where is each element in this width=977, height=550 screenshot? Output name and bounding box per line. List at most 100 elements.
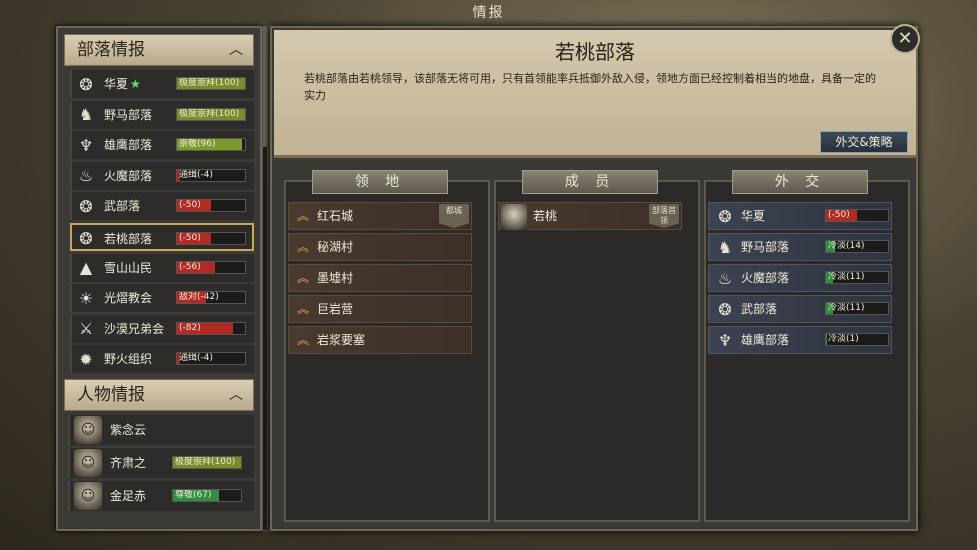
clan-crest-icon: ❂ bbox=[79, 74, 93, 94]
tribe-name: 光熠教会 bbox=[104, 284, 154, 312]
diplomacy-row[interactable]: ♨ 火魔部落 冷淡(11) bbox=[708, 264, 892, 292]
relation-bar: 敌对(-42) bbox=[176, 291, 246, 305]
relation-text: 敌对(-42) bbox=[179, 292, 219, 303]
relation-bar: (-50) bbox=[825, 209, 889, 222]
relation-text: (-50) bbox=[179, 232, 201, 243]
diplomacy-row[interactable]: ❂ 武部落 冷淡(11) bbox=[708, 295, 892, 323]
detail-description: 若桃部落由若桃领导，该部落无将可用，只有首领能率兵抵御外敌入侵，领地方面已经控制… bbox=[304, 72, 876, 102]
tribe-row[interactable]: ❂ 华夏 ★ 极度崇拜(100) bbox=[70, 70, 254, 98]
tribe-name: 沙漠兄弟会 bbox=[104, 315, 166, 343]
member-row[interactable]: 若桃 部落首领 bbox=[498, 202, 682, 230]
diplomacy-name: 雄鹰部落 bbox=[741, 333, 790, 347]
territory-row[interactable]: ︽ 秘湖村 bbox=[288, 233, 472, 261]
sun-crest-icon: ☀ bbox=[78, 288, 94, 308]
diplomacy-row[interactable]: ♞ 野马部落 冷淡(14) bbox=[708, 233, 892, 261]
relation-text: 极度崇拜(100) bbox=[179, 78, 240, 88]
swords-crest-icon: ⚔ bbox=[78, 319, 94, 339]
character-portrait: ☺ bbox=[74, 448, 102, 477]
tribe-list: ❂ 华夏 ★ 极度崇拜(100) ♞ 野马部落 极度崇拜(100) ♆ 雄鹰部落 … bbox=[58, 70, 260, 374]
detail-title: 若桃部落 bbox=[555, 40, 635, 64]
territory-row[interactable]: ︽ 墨墟村 bbox=[288, 264, 472, 292]
relation-bar: 通缉(-4) bbox=[176, 352, 246, 366]
character-section-title: 人物情报 bbox=[77, 385, 145, 406]
relation-bar: 尊敬(67) bbox=[172, 488, 242, 502]
relation-fill bbox=[826, 334, 827, 345]
tribe-row[interactable]: ▲ 雪山山民 (-56) bbox=[70, 253, 254, 282]
relation-bar: 崇敬(96) bbox=[176, 138, 246, 152]
territory-row[interactable]: ︽ 岩浆要塞 bbox=[288, 326, 472, 354]
diplomacy-column: 外 交 ❂ 华夏 (-50) ♞ 野马部落 冷淡(14) ♨ 火魔部落 冷淡(1… bbox=[704, 170, 910, 522]
detail-header: 若桃部落 若桃部落由若桃领导，该部落无将可用，只有首领能率兵抵御外敌入侵，领地方… bbox=[274, 30, 916, 158]
tribe-name-text: 雪山山民 bbox=[104, 260, 153, 275]
diplomacy-strategy-button[interactable]: 外交&策略 bbox=[820, 131, 908, 153]
window-title: 情报 bbox=[472, 5, 505, 21]
tribe-name: 华夏 ★ bbox=[104, 70, 141, 98]
tribe-row[interactable]: ⚔ 沙漠兄弟会 (-82) bbox=[70, 314, 254, 343]
relation-text: 冷淡(1) bbox=[828, 334, 859, 344]
tribe-row[interactable]: ✹ 野火组织 通缉(-4) bbox=[70, 345, 254, 374]
eagle-crest-icon: ♆ bbox=[717, 331, 733, 350]
tribe-name-text: 雄鹰部落 bbox=[104, 138, 153, 153]
tribe-name: 若桃部落 bbox=[104, 225, 154, 253]
tribe-row[interactable]: ☀ 光熠教会 敌对(-42) bbox=[70, 284, 254, 313]
tribe-row[interactable]: ♞ 野马部落 极度崇拜(100) bbox=[70, 100, 254, 129]
diplomacy-row[interactable]: ❂ 华夏 (-50) bbox=[708, 202, 892, 230]
tribe-row[interactable]: ❂ 武部落 (-50) bbox=[70, 192, 254, 221]
character-row[interactable]: ☺ 齐肃之 极度崇拜(100) bbox=[68, 447, 254, 478]
relation-text: 极度崇拜(100) bbox=[175, 456, 236, 467]
tribe-name-text: 野火组织 bbox=[104, 352, 153, 367]
territory-row[interactable]: ︽ 巨岩营 bbox=[288, 295, 472, 323]
close-icon[interactable]: ✕ bbox=[890, 24, 920, 54]
detail-panel: 若桃部落 若桃部落由若桃领导，该部落无将可用，只有首领能率兵抵御外敌入侵，领地方… bbox=[270, 26, 918, 531]
tribe-name-text: 沙漠兄弟会 bbox=[104, 321, 165, 336]
tribe-name-text: 武部落 bbox=[104, 199, 141, 214]
tribe-row[interactable]: ♆ 雄鹰部落 崇敬(96) bbox=[70, 131, 254, 160]
horse-crest-icon: ♞ bbox=[717, 238, 733, 257]
tribe-name: 武部落 bbox=[104, 192, 142, 220]
relation-text: (-50) bbox=[828, 210, 850, 220]
relation-bar: 冷淡(11) bbox=[825, 271, 889, 284]
tribe-section-header[interactable]: 部落情报 ︿ bbox=[64, 34, 254, 66]
relation-bar: (-56) bbox=[176, 260, 246, 274]
rank-chevron-icon: ︽ bbox=[297, 333, 310, 347]
relation-bar: 冷淡(14) bbox=[825, 240, 889, 253]
relation-text: (-56) bbox=[179, 261, 201, 272]
territory-name: 巨岩营 bbox=[317, 302, 354, 316]
relation-text: (-50) bbox=[179, 200, 201, 211]
tribe-name-text: 火魔部落 bbox=[104, 168, 153, 183]
leader-tag: 部落首领 bbox=[649, 204, 679, 228]
character-section-header[interactable]: 人物情报 ︿ bbox=[64, 379, 254, 412]
members-header: 成 员 bbox=[522, 170, 658, 194]
relation-text: 极度崇拜(100) bbox=[179, 108, 240, 119]
territory-name: 岩浆要塞 bbox=[317, 333, 366, 347]
relation-bar: (-50) bbox=[176, 231, 246, 245]
territory-name: 秘湖村 bbox=[317, 240, 354, 254]
clan-crest-icon: ❂ bbox=[718, 207, 732, 226]
relation-text: 通缉(-4) bbox=[179, 353, 213, 364]
relation-bar: 通缉(-4) bbox=[176, 168, 246, 182]
territory-row[interactable]: ︽ 红石城 都城 bbox=[288, 202, 472, 230]
mountain-crest-icon: ▲ bbox=[79, 258, 93, 278]
relation-bar: 极度崇拜(100) bbox=[176, 77, 246, 90]
tribe-row[interactable]: ♨ 火魔部落 通缉(-4) bbox=[70, 161, 254, 190]
tribe-name-text: 光熠教会 bbox=[104, 291, 153, 306]
character-row[interactable]: ☺ 紫念云 bbox=[68, 415, 254, 446]
diplomacy-name: 华夏 bbox=[741, 209, 766, 223]
territory-column: 领 地 ︽ 红石城 都城 ︽ 秘湖村 ︽ 墨墟村 ︽ 巨岩营 ︽ 岩浆要塞 bbox=[284, 170, 490, 522]
tribe-name: 雪山山民 bbox=[104, 254, 154, 282]
character-name: 紫念云 bbox=[110, 423, 147, 438]
scrollbar-thumb[interactable] bbox=[263, 27, 267, 147]
character-name: 金足赤 bbox=[110, 488, 147, 503]
tribe-row[interactable]: ❂ 若桃部落 (-50) bbox=[70, 222, 254, 253]
fire-crest-icon: ♨ bbox=[717, 269, 733, 288]
diplomacy-name: 火魔部落 bbox=[741, 271, 790, 285]
relation-text: 冷淡(11) bbox=[828, 303, 865, 313]
diplomacy-row[interactable]: ♆ 雄鹰部落 冷淡(1) bbox=[708, 326, 892, 354]
diplomacy-name: 野马部落 bbox=[741, 240, 790, 254]
star-icon: ★ bbox=[130, 77, 141, 91]
tribe-name: 野火组织 bbox=[104, 345, 154, 373]
relation-bar: 冷淡(11) bbox=[825, 302, 889, 315]
territory-name: 红石城 bbox=[317, 209, 354, 223]
left-scrollbar[interactable] bbox=[262, 26, 268, 531]
character-row[interactable]: ☺ 金足赤 尊敬(67) bbox=[68, 480, 254, 511]
